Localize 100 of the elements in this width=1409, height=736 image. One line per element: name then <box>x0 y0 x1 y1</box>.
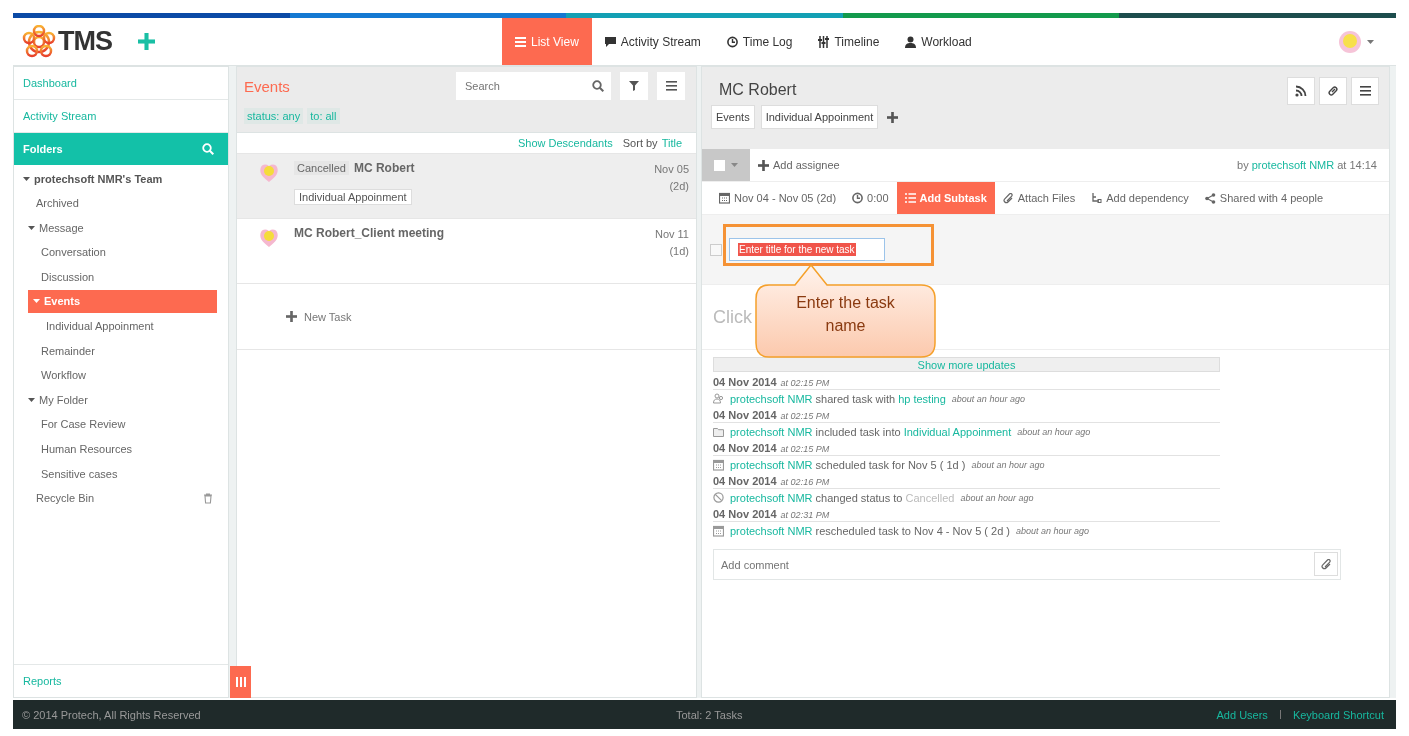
activity-text: protechsoft NMR changed status to Cancelled <box>730 491 955 504</box>
folder-item[interactable]: For Case Review <box>28 412 217 436</box>
folder-item[interactable]: Workflow <box>28 363 217 387</box>
link-icon <box>1327 85 1339 97</box>
activity-text: protechsoft NMR rescheduled task to Nov 4 - Nov 5 ( 2d ) <box>730 524 1011 537</box>
time-ago: about an hour ago <box>1016 525 1090 536</box>
menu-icon <box>665 80 677 92</box>
list-title: Events <box>244 77 291 95</box>
list-icon <box>515 35 526 48</box>
toolbar-button[interactable]: 0:00 <box>844 182 897 214</box>
flower-logo-icon <box>22 24 56 59</box>
nav-tab[interactable]: Timeline <box>805 18 893 65</box>
status-label: Cancelled <box>294 161 349 175</box>
task-title: MC Robert_Client meeting <box>294 226 444 240</box>
time-ago: about an hour ago <box>1017 426 1091 437</box>
plus-icon <box>887 111 899 123</box>
search-icon <box>202 143 214 155</box>
due-date: Nov 05 <box>654 163 689 175</box>
activity-time: at 02:16 PM <box>780 477 830 487</box>
footer-link[interactable]: Keyboard Shortcut <box>1292 708 1384 721</box>
task-row[interactable]: Cancelled MC Robert Individual Appoinment Nov 05 (2d) <box>237 153 696 218</box>
checkbox-icon <box>714 159 725 171</box>
caret-icon <box>731 163 738 167</box>
duration: (1d) <box>669 245 689 257</box>
activity-date: 04 Nov 2014 <box>713 475 777 487</box>
folder-item[interactable]: Human Resources <box>28 437 217 461</box>
toolbar-button[interactable]: Add dependency <box>1083 182 1197 214</box>
link-button[interactable] <box>1319 77 1347 105</box>
activity-date: 04 Nov 2014 <box>713 376 777 388</box>
caret-icon <box>1367 39 1374 44</box>
folder-item[interactable]: Remainder <box>28 339 217 363</box>
logo-text: TMS <box>58 26 112 57</box>
toolbar-button[interactable]: Shared with 4 people <box>1196 182 1332 214</box>
attach-button[interactable] <box>1314 552 1338 576</box>
activity-time: at 02:15 PM <box>780 444 830 454</box>
folder-tag[interactable]: Individual Appoinment <box>294 189 412 205</box>
activity-text: protechsoft NMR shared task with hp testing <box>730 392 946 405</box>
folder-tag[interactable]: Events <box>711 105 755 129</box>
folder-item[interactable]: Sensitive cases <box>28 462 217 486</box>
plus-icon <box>286 311 297 322</box>
calendar-icon <box>719 192 730 204</box>
plus-icon <box>138 33 155 50</box>
by-label: by <box>1237 159 1249 171</box>
menu-button[interactable] <box>657 72 685 100</box>
folder-item[interactable]: Archived <box>23 191 217 215</box>
folder-item[interactable]: Individual Appoinment <box>33 314 217 338</box>
paperclip-icon <box>1320 558 1332 570</box>
folder-item[interactable]: Conversation <box>28 240 217 264</box>
time-ago: about an hour ago <box>971 459 1045 470</box>
rss-icon <box>1295 85 1307 97</box>
filter-icon <box>629 80 639 92</box>
clock-icon <box>726 35 738 48</box>
toolbar-button[interactable]: Nov 04 - Nov 05 (2d) <box>711 182 845 214</box>
callout-bubble: Enter the task name <box>755 263 936 358</box>
plus-icon <box>758 159 769 171</box>
activity-time: at 02:15 PM <box>780 378 830 388</box>
folder-item[interactable]: protechsoft NMR's Team <box>18 167 217 190</box>
created-time: at 14:14 <box>1337 159 1377 171</box>
activity-time: at 02:15 PM <box>780 411 830 421</box>
nav-tab[interactable]: Time Log <box>713 18 806 65</box>
dependency-icon <box>1091 192 1103 204</box>
subtask-title-field[interactable]: Enter title for the new task <box>729 238 885 261</box>
folder-tag[interactable]: Individual Appoinment <box>760 105 879 129</box>
duration: (2d) <box>669 180 689 192</box>
footer-link[interactable]: Add Users <box>1216 708 1268 721</box>
checkbox-icon <box>710 243 722 256</box>
nav-tab[interactable]: Activity Stream <box>591 18 714 65</box>
calendar-icon <box>713 458 724 471</box>
people-icon <box>713 393 724 404</box>
filter-button[interactable] <box>620 72 648 100</box>
folder-item[interactable]: Message <box>23 216 217 240</box>
folder-item[interactable]: Discussion <box>28 265 217 289</box>
comment-field[interactable]: Add comment <box>713 549 1341 580</box>
due-date: Nov 11 <box>654 228 689 240</box>
activity-date: 04 Nov 2014 <box>713 508 777 520</box>
clock-icon <box>852 192 864 204</box>
task-title: MC Robert <box>719 81 798 99</box>
toolbar-button[interactable]: Attach Files <box>994 182 1084 214</box>
list-icon <box>904 192 916 204</box>
collapse-handle[interactable] <box>230 666 251 698</box>
time-ago: about an hour ago <box>951 393 1025 404</box>
task-title: MC Robert <box>353 161 415 175</box>
folder-item[interactable]: My Folder <box>23 388 217 412</box>
subscribe-button[interactable] <box>1287 77 1315 105</box>
calendar-icon <box>713 524 724 537</box>
new-task-button[interactable]: New Task <box>286 310 352 323</box>
folders-title: Folders <box>23 143 63 155</box>
share-icon <box>1204 192 1216 204</box>
activity-text: protechsoft NMR included task into Individual Appoinment <box>730 425 1012 438</box>
timeline-icon <box>818 35 830 48</box>
time-ago: about an hour ago <box>960 492 1034 503</box>
search-field[interactable]: Search <box>456 72 611 100</box>
folder-item[interactable]: Recycle Bin <box>23 486 217 510</box>
activity-date: 04 Nov 2014 <box>713 442 777 454</box>
speech-bubble-icon <box>604 35 616 48</box>
menu-button[interactable] <box>1351 77 1379 105</box>
task-row[interactable]: MC Robert_Client meeting Nov 11 (1d) <box>237 218 696 283</box>
nav-tab[interactable]: Workload <box>892 18 985 65</box>
add-assignee-button[interactable]: Add assignee <box>755 156 843 174</box>
bars-icon <box>235 677 246 687</box>
